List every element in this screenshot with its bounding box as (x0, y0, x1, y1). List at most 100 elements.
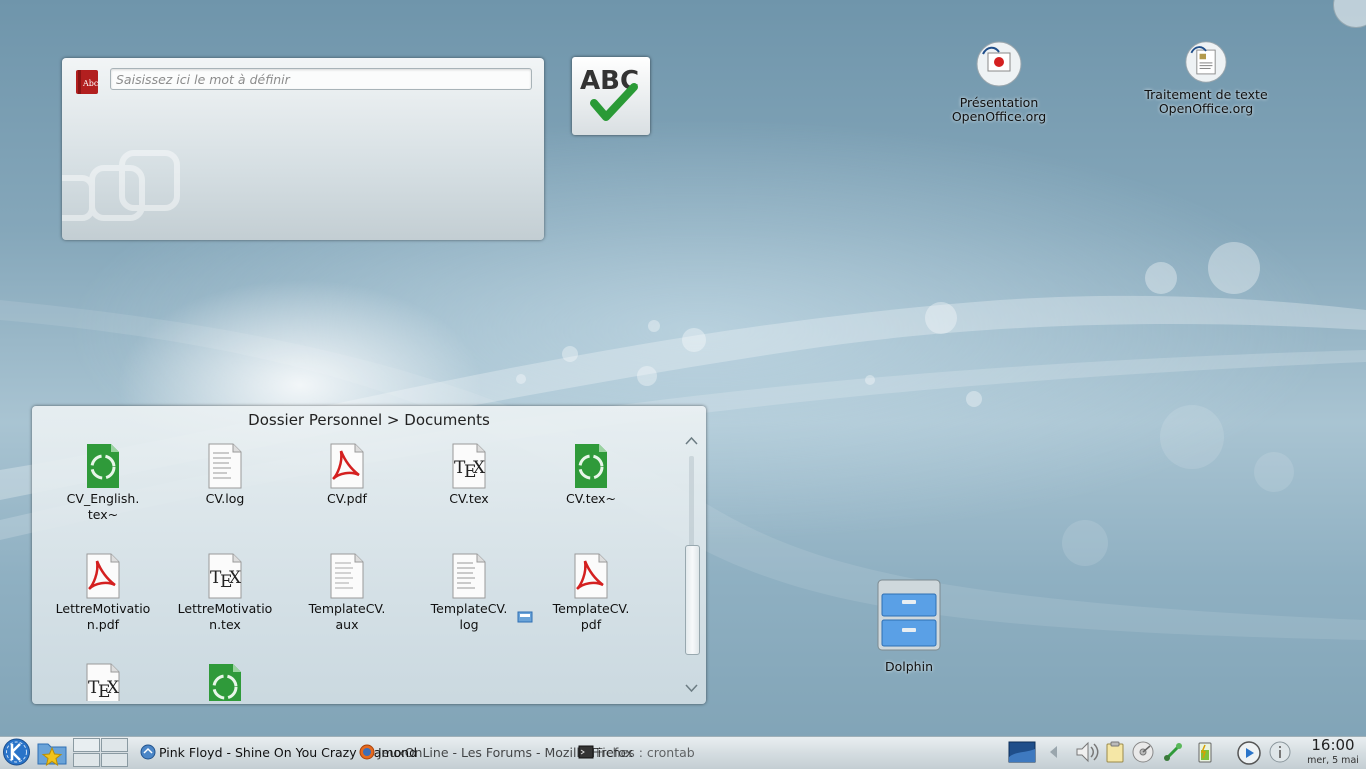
file-name: CV.tex (449, 491, 489, 506)
svg-text:X: X (473, 458, 486, 478)
battery-icon[interactable] (1193, 740, 1217, 764)
bubble (1160, 405, 1224, 469)
file-item[interactable] (175, 663, 275, 701)
writer-icon (1185, 41, 1227, 83)
text-file-icon (452, 553, 486, 599)
file-item[interactable]: T E X (53, 663, 153, 701)
icon-label: Dolphin (885, 659, 933, 674)
file-cabinet-icon (877, 579, 941, 651)
file-item[interactable]: T E X CV.tex (419, 443, 519, 507)
svg-text:X: X (107, 678, 120, 698)
recycle-icon (575, 444, 607, 488)
spellcheck-widget[interactable]: ABC (572, 57, 650, 135)
scroll-down-icon[interactable] (684, 683, 699, 693)
file-name: pdf (580, 617, 602, 632)
file-name: n.pdf (86, 617, 120, 632)
file-name: TemplateCV. (552, 601, 630, 616)
file-name: CV.log (205, 491, 245, 506)
bubble (1062, 520, 1108, 566)
media-player-icon (140, 744, 156, 760)
task-button-firefox[interactable]: JeuxOnLine - Les Forums - Mozilla Firefo… (378, 745, 633, 760)
info-icon[interactable] (1268, 740, 1292, 764)
tray-expand-icon[interactable] (1047, 744, 1059, 760)
disk-icon[interactable] (1131, 740, 1155, 764)
recycle-icon (87, 444, 119, 488)
task-button-terminal[interactable]: Fiches : crontab (596, 745, 695, 760)
desktop-2[interactable] (101, 738, 128, 752)
dictionary-widget: Abc (62, 58, 544, 240)
file-item[interactable]: TemplateCV. pdf (541, 553, 641, 633)
file-name: n.tex (209, 617, 241, 632)
pdf-icon (330, 443, 364, 489)
bubble (682, 328, 706, 352)
folder-view-title: Dossier Personnel > Documents (248, 411, 490, 429)
svg-text:X: X (229, 568, 242, 588)
clipboard-icon[interactable] (1104, 740, 1126, 764)
network-icon[interactable] (1161, 740, 1185, 764)
file-item[interactable]: CV.pdf (297, 443, 397, 507)
file-name: tex~ (87, 507, 119, 522)
file-item[interactable]: T E X LettreMotivatio n.tex (175, 553, 275, 633)
svg-text:Abc: Abc (82, 79, 99, 88)
show-desktop-icon[interactable] (1008, 741, 1036, 763)
clock-time[interactable]: 16:00 (1307, 736, 1359, 754)
media-control-icon[interactable] (1236, 740, 1262, 766)
volume-icon[interactable] (1074, 740, 1100, 764)
bubble (966, 391, 982, 407)
icon-label: Présentation (959, 95, 1039, 110)
bubble (648, 320, 660, 332)
bubble (1254, 452, 1294, 492)
virtual-desktop-pager[interactable] (73, 738, 128, 767)
pdf-icon (86, 553, 120, 599)
tex-icon: T E X (86, 663, 120, 701)
icon-label: OpenOffice.org (951, 109, 1047, 124)
file-name: log (459, 617, 479, 632)
firefox-icon (359, 744, 375, 760)
scrollbar-thumb[interactable] (685, 545, 700, 655)
bubble (1208, 242, 1260, 294)
file-item[interactable]: CV_English. tex~ (53, 443, 153, 523)
file-item[interactable]: LettreMotivatio n.pdf (53, 553, 153, 633)
tex-icon: T E X (208, 553, 242, 599)
desktop-toolbox-button[interactable] (1333, 0, 1366, 28)
text-file-icon (330, 553, 364, 599)
bubble (562, 346, 578, 362)
pdf-icon (574, 553, 608, 599)
file-item[interactable]: TemplateCV. aux (297, 553, 397, 633)
file-name: CV.tex~ (566, 491, 616, 506)
file-name: aux (335, 617, 359, 632)
bubble (925, 302, 957, 334)
spellcheck-abc-icon: ABC (580, 66, 639, 121)
file-item[interactable]: CV.tex~ (541, 443, 641, 507)
icon-label: OpenOffice.org (1158, 101, 1254, 116)
desktop-4[interactable] (101, 753, 128, 767)
desktop-1[interactable] (73, 738, 100, 752)
file-item[interactable]: CV.log (175, 443, 275, 507)
scroll-up-icon[interactable] (684, 436, 699, 446)
file-name: TemplateCV. (430, 601, 508, 616)
file-name: LettreMotivatio (55, 601, 151, 616)
file-name: LettreMotivatio (177, 601, 273, 616)
presentation-icon (976, 41, 1022, 87)
file-name: TemplateCV. (308, 601, 386, 616)
folder-star-icon[interactable] (36, 738, 68, 766)
desktop-icon-dolphin[interactable]: Dolphin (864, 578, 954, 674)
clock-date[interactable]: mer, 5 mai (1300, 755, 1366, 766)
file-item[interactable]: TemplateCV. log (419, 553, 519, 633)
bubble (516, 374, 526, 384)
text-file-icon (208, 443, 242, 489)
open-folder-overlay-icon[interactable] (517, 608, 533, 623)
recycle-icon (209, 664, 241, 701)
kde-menu-icon[interactable] (1, 737, 32, 767)
dictionary-book-icon: Abc (76, 70, 99, 94)
terminal-icon (578, 745, 594, 759)
file-name: CV_English. (66, 491, 140, 506)
dictionary-search-input[interactable] (110, 68, 532, 90)
bubble (637, 366, 657, 386)
bubble (865, 375, 875, 385)
kde-deco-icon (62, 150, 180, 221)
desktop-3[interactable] (73, 753, 100, 767)
desktop-icon-writer[interactable]: Traitement de texte OpenOffice.org (1138, 40, 1274, 116)
tex-icon: T E X (452, 443, 486, 489)
desktop-icon-presentation[interactable]: Présentation OpenOffice.org (945, 40, 1053, 124)
